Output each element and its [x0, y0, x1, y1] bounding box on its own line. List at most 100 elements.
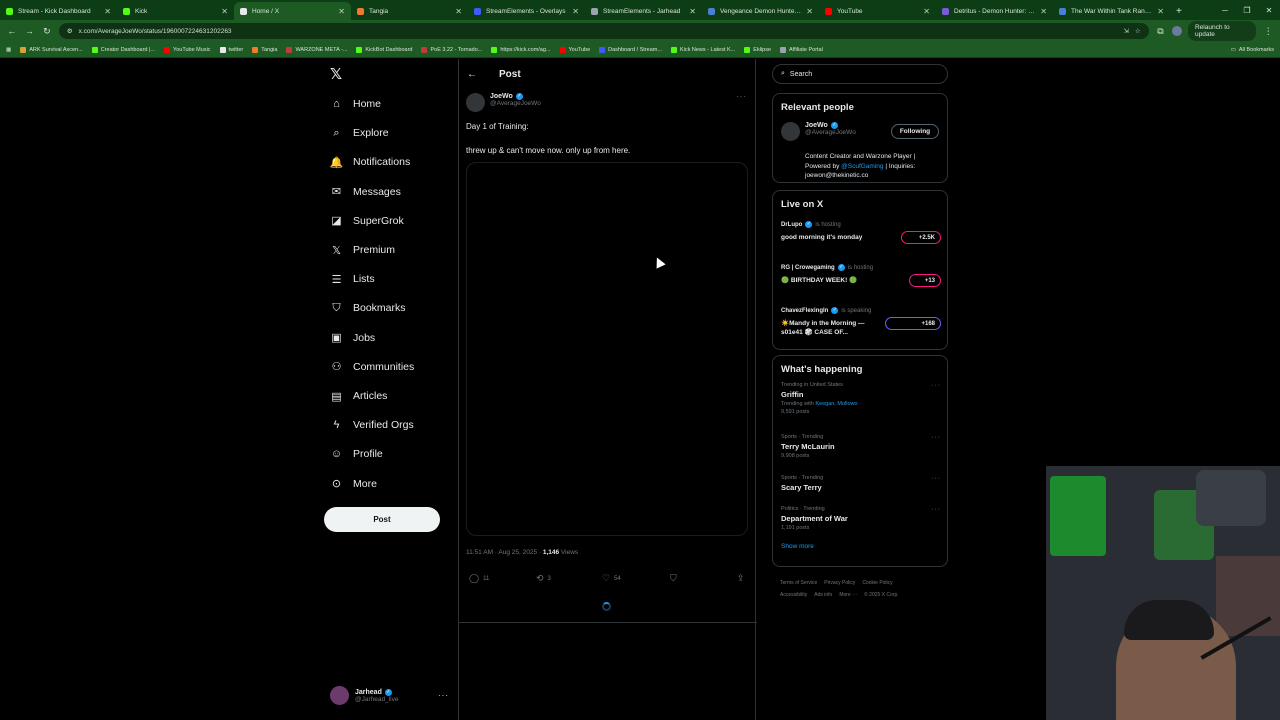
trend-more-icon[interactable]: ···	[931, 506, 941, 513]
tab-close-icon[interactable]: ✕	[455, 7, 462, 16]
menu-dots-icon[interactable]: ⋮	[1262, 26, 1274, 37]
tab-close-icon[interactable]: ✕	[1040, 7, 1047, 16]
repost-button[interactable]: ⟲ 3	[536, 573, 551, 584]
footer-link[interactable]: © 2025 X Corp.	[864, 592, 899, 598]
post-more-icon[interactable]: ···	[736, 92, 747, 101]
nav-item-notifications[interactable]: 🔔 Notifications	[330, 153, 411, 171]
forward-icon[interactable]: →	[24, 26, 36, 36]
bookmark-item[interactable]: Affiliate Portal	[780, 46, 823, 53]
nav-item-verified-orgs[interactable]: ϟ Verified Orgs	[330, 416, 414, 434]
account-switcher[interactable]: Jarhead ✓ @Jarhead_live	[330, 686, 398, 705]
bookmark-item[interactable]: YouTube	[559, 46, 590, 53]
browser-tab[interactable]: Kick ✕	[117, 2, 234, 20]
bookmark-item[interactable]: WARZONE META -...	[286, 46, 347, 53]
browser-tab[interactable]: The War Within Tank Ranking ✕	[1053, 2, 1170, 20]
browser-tab[interactable]: StreamElements - Jarhead ✕	[585, 2, 702, 20]
like-button[interactable]: ♡ 54	[602, 573, 621, 584]
trend-item[interactable]: Sports · Trending Terry McLaurin 9,908 pos…	[781, 434, 941, 459]
trend-more-icon[interactable]: ···	[931, 382, 941, 389]
bookmark-item[interactable]: Dashboard / Stream...	[599, 46, 662, 53]
author-avatar[interactable]	[466, 93, 485, 112]
nav-item-premium[interactable]: 𝕏 Premium	[330, 241, 395, 259]
star-bookmark-icon[interactable]: ☆	[1135, 27, 1141, 35]
nav-item-explore[interactable]: ⌕ Explore	[330, 124, 388, 142]
bookmark-item[interactable]: Creator Dashboard |...	[91, 46, 155, 53]
show-more-link[interactable]: Show more	[781, 543, 814, 550]
apps-grid-icon[interactable]: ▦	[6, 47, 11, 53]
bookmark-item[interactable]: Eklipse	[744, 46, 771, 53]
bookmark-item[interactable]: KickBot Dashboard	[356, 46, 412, 53]
tab-close-icon[interactable]: ✕	[221, 7, 228, 16]
nav-item-messages[interactable]: ✉ Messages	[330, 183, 401, 201]
footer-link[interactable]: Privacy Policy	[824, 580, 855, 586]
bookmark-item[interactable]: Kick News - Latest K...	[670, 46, 735, 53]
nav-item-home[interactable]: ⌂ Home	[330, 95, 381, 113]
nav-item-lists[interactable]: ☰ Lists	[330, 270, 375, 288]
nav-item-communities[interactable]: ⚇ Communities	[330, 358, 415, 376]
profile-avatar[interactable]	[1172, 26, 1182, 36]
trend-item[interactable]: Sports · Trending Scary Terry ···	[781, 475, 941, 492]
bio-mention-link[interactable]: @ScufGaming	[841, 163, 883, 170]
nav-item-supergrok[interactable]: ◪ SuperGrok	[330, 212, 403, 230]
relaunch-button[interactable]: Relaunch to update	[1187, 21, 1257, 41]
browser-tab[interactable]: Detritus - Demon Hunter: Ven ✕	[936, 2, 1053, 20]
extensions-icon[interactable]: ⧉	[1155, 26, 1167, 37]
footer-link[interactable]: More ···	[839, 592, 857, 598]
tab-close-icon[interactable]: ✕	[806, 7, 813, 16]
bookmark-item[interactable]: https://kick.com/ag...	[491, 46, 551, 53]
live-item[interactable]: ChavezFlexingIn ✓ is speaking ☀️Mandy in th…	[781, 307, 941, 337]
tab-close-icon[interactable]: ✕	[104, 7, 111, 16]
live-host-name[interactable]: ChavezFlexingIn	[781, 308, 828, 314]
all-bookmarks-button[interactable]: ▭ All Bookmarks	[1231, 47, 1274, 53]
avatar[interactable]	[781, 122, 800, 141]
nav-item-profile[interactable]: ☺ Profile	[330, 445, 383, 463]
trend-more-icon[interactable]: ···	[931, 475, 941, 482]
url-input[interactable]: ⚙ x.com/AverageJoeWo/status/196000722463…	[58, 23, 1149, 39]
trend-item[interactable]: Politics · Trending Department of War 1,19…	[781, 506, 941, 531]
reload-icon[interactable]: ↻	[41, 26, 53, 37]
nav-item-jobs[interactable]: ▣ Jobs	[330, 329, 375, 347]
person-name[interactable]: JoeWo	[805, 122, 828, 129]
tab-close-icon[interactable]: ✕	[572, 7, 579, 16]
post-time[interactable]: 11:51 AM · Aug 25, 2025 ·	[466, 549, 543, 556]
bookmark-item[interactable]: YouTube Music	[164, 46, 211, 53]
bookmark-item[interactable]: ARK Survival Ascen...	[20, 46, 83, 53]
minimize-icon[interactable]: ─	[1214, 0, 1236, 20]
tab-close-icon[interactable]: ✕	[923, 7, 930, 16]
author-name[interactable]: JoeWo	[490, 93, 513, 100]
x-logo-icon[interactable]: 𝕏	[330, 65, 342, 83]
tab-close-icon[interactable]: ✕	[689, 7, 696, 16]
bookmark-button[interactable]: ⛉	[670, 573, 677, 584]
footer-link[interactable]: Cookie Policy	[862, 580, 892, 586]
live-listener-badge[interactable]: +2.5K	[901, 231, 941, 244]
nav-item-more[interactable]: ⊙ More	[330, 475, 377, 493]
browser-tab[interactable]: Tangia ✕	[351, 2, 468, 20]
share-button[interactable]: ⇪	[737, 573, 745, 584]
back-arrow-icon[interactable]: ←	[467, 69, 477, 80]
trend-more-icon[interactable]: ···	[931, 434, 941, 441]
live-host-name[interactable]: RG | Crowegaming	[781, 265, 835, 271]
back-icon[interactable]: ←	[6, 26, 18, 36]
bookmark-item[interactable]: twitter	[219, 46, 243, 53]
live-item[interactable]: DrLupo ✓ is hosting good morning it's monda…	[781, 221, 941, 244]
bookmark-item[interactable]: PoE 3.22 - Tornado...	[421, 46, 482, 53]
browser-tab[interactable]: StreamElements - Overlays ✕	[468, 2, 585, 20]
browser-tab[interactable]: Home / X ✕	[234, 2, 351, 20]
browser-tab[interactable]: Vengeance Demon Hunter Ta ✕	[702, 2, 819, 20]
nav-item-articles[interactable]: ▤ Articles	[330, 387, 387, 405]
following-button[interactable]: Following	[891, 124, 939, 139]
bookmark-item[interactable]: Tangia	[252, 46, 277, 53]
footer-link[interactable]: Ads info	[814, 592, 832, 598]
site-info-icon[interactable]: ⚙	[67, 27, 73, 35]
browser-tab[interactable]: YouTube ✕	[819, 2, 936, 20]
post-author[interactable]: JoeWo ✓ @AverageJoeWo	[466, 93, 541, 112]
tab-close-icon[interactable]: ✕	[1157, 7, 1164, 16]
search-input[interactable]: ⌕ Search	[772, 64, 948, 84]
live-item[interactable]: RG | Crowegaming ✓ is hosting 🟢 BIRTHDAY WE…	[781, 264, 941, 287]
tab-close-icon[interactable]: ✕	[338, 7, 345, 16]
post-button[interactable]: Post	[324, 507, 440, 532]
browser-tab[interactable]: Stream - Kick Dashboard ✕	[0, 2, 117, 20]
footer-link[interactable]: Terms of Service	[780, 580, 817, 586]
trend-item[interactable]: Trending in United States Griffin Trending…	[781, 382, 941, 415]
install-icon[interactable]: ⇲	[1123, 27, 1128, 35]
